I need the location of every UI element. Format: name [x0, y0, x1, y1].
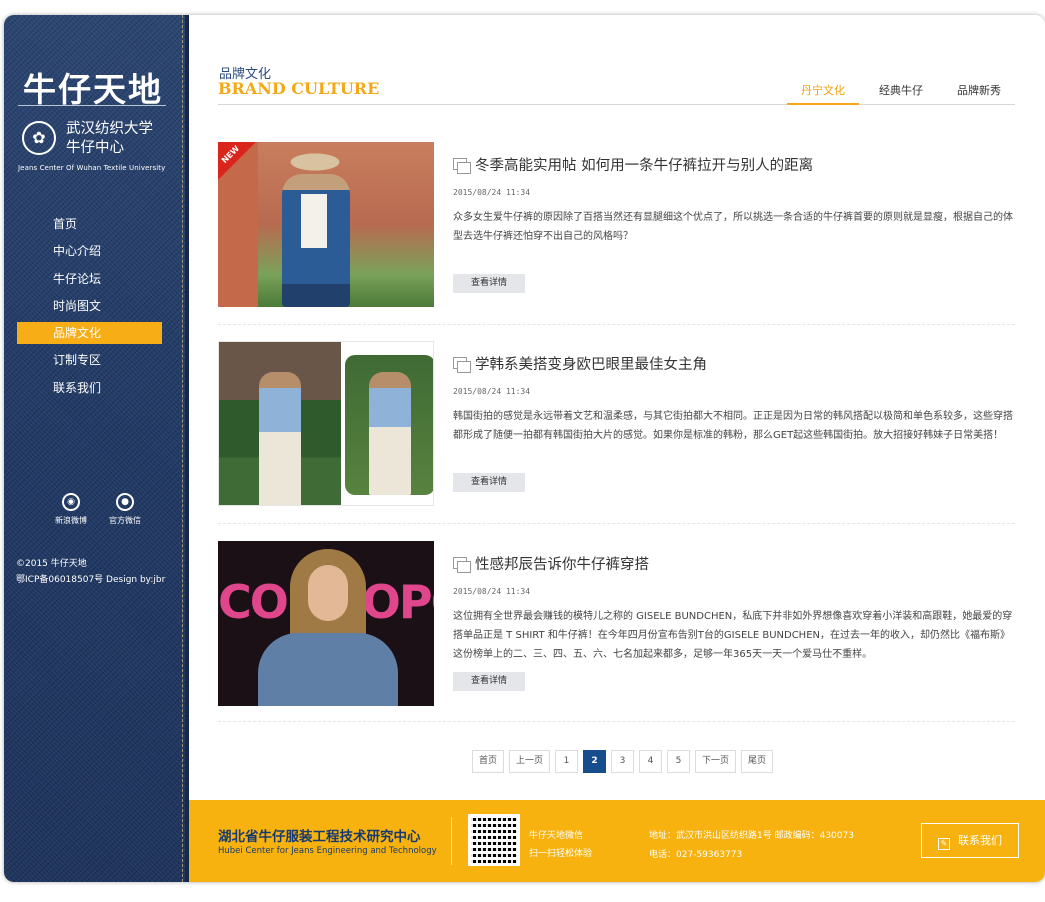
article-title[interactable]: 学韩系美搭变身欧巴眼里最佳女主角 — [475, 353, 707, 374]
weibo-label: 新浪微博 — [55, 516, 87, 525]
section-title-en: BRAND CULTURE — [218, 79, 380, 98]
university-name-line2: 牛仔中心 — [66, 140, 124, 156]
weibo-icon: ◉ — [62, 493, 80, 511]
university-name-line1: 武汉纺织大学 — [66, 121, 153, 137]
document-icon — [453, 357, 471, 373]
thumbnail-jacket — [258, 633, 398, 706]
weibo-link[interactable]: ◉ 新浪微博 — [48, 493, 94, 526]
footer-phone: 电话：027-59363773 — [649, 850, 743, 860]
icp-text: 鄂ICP备06018507号 Design by:jbr — [16, 575, 166, 585]
nav-item-contact[interactable]: 联系我们 — [17, 377, 162, 399]
tab-denim-culture[interactable]: 丹宁文化 — [787, 82, 859, 105]
sidebar: 牛仔天地 ✿ 武汉纺织大学 牛仔中心 Jeans Center Of Wuhan… — [4, 15, 189, 882]
page-prev[interactable]: 上一页 — [509, 750, 551, 773]
main-content: 品牌文化 BRAND CULTURE 丹宁文化 经典牛仔 品牌新秀 NEW 冬季… — [189, 15, 1045, 800]
document-icon — [453, 557, 471, 573]
wechat-qr-code — [468, 814, 520, 866]
article-divider — [218, 523, 1015, 524]
nav-item-about[interactable]: 中心介绍 — [17, 240, 162, 262]
page-2-current[interactable]: 2 — [583, 750, 607, 773]
page-first[interactable]: 首页 — [472, 750, 505, 773]
thumbnail-shirt — [301, 194, 327, 248]
article-divider — [218, 324, 1015, 325]
article-item: NEW 冬季高能实用帖 如何用一条牛仔裤拉开与别人的距离 2015/08/24 … — [218, 142, 1015, 327]
nav-item-brand-culture[interactable]: 品牌文化 — [17, 322, 162, 345]
university-name: 武汉纺织大学 牛仔中心 — [66, 120, 153, 158]
footer-org-cn: 湖北省牛仔服装工程技术研究中心 — [218, 829, 421, 845]
pagination: 首页 上一页 1 2 3 4 5 下一页 尾页 — [472, 750, 778, 773]
wechat-label: 官方微信 — [109, 516, 141, 525]
contact-us-button[interactable]: ✎ 联系我们 — [921, 823, 1019, 858]
article-summary: 韩国街拍的感觉是永远带着文艺和温柔感，与其它街拍都大不相同。正正是因为日常的韩风… — [453, 411, 1013, 441]
article-title[interactable]: 冬季高能实用帖 如何用一条牛仔裤拉开与别人的距离 — [475, 154, 813, 175]
page-4[interactable]: 4 — [639, 750, 663, 773]
article-date: 2015/08/24 11:34 — [453, 387, 531, 396]
tab-new-brands[interactable]: 品牌新秀 — [943, 82, 1015, 105]
article-item: COSMOPOLIT 性感邦辰告诉你牛仔裤穿搭 2015/08/24 11:34… — [218, 541, 1015, 726]
nav-item-fashion[interactable]: 时尚图文 — [17, 295, 162, 317]
contact-icon: ✎ — [938, 838, 950, 850]
logo-divider — [18, 105, 166, 106]
article-thumbnail[interactable] — [218, 341, 434, 506]
page-1[interactable]: 1 — [555, 750, 579, 773]
article-summary: 这位拥有全世界最会赚钱的模特儿之称的 GISELE BUNDCHEN，私底下并非… — [453, 611, 1013, 660]
footer-org-en: Hubei Center for Jeans Engineering and T… — [218, 846, 437, 856]
university-name-en: Jeans Center Of Wuhan Textile University — [18, 164, 166, 172]
nav-item-home[interactable]: 首页 — [17, 213, 162, 235]
thumbnail-figure — [259, 372, 301, 505]
copyright: ©2015 牛仔天地 鄂ICP备06018507号 Design by:jbr — [16, 556, 165, 588]
copyright-text: ©2015 牛仔天地 — [16, 559, 87, 569]
article-date: 2015/08/24 11:34 — [453, 587, 531, 596]
article-thumbnail[interactable]: COSMOPOLIT — [218, 541, 434, 706]
contact-us-label: 联系我们 — [958, 834, 1002, 847]
nav-item-forum[interactable]: 牛仔论坛 — [17, 268, 162, 290]
view-details-button[interactable]: 查看详情 — [453, 473, 525, 492]
wechat-icon: ● — [116, 493, 134, 511]
document-icon — [453, 158, 471, 174]
page-frame: 牛仔天地 ✿ 武汉纺织大学 牛仔中心 Jeans Center Of Wuhan… — [4, 15, 1045, 882]
article-date: 2015/08/24 11:34 — [453, 188, 531, 197]
qr-sublabel: 扫一扫轻松体验 — [529, 849, 593, 859]
page-last[interactable]: 尾页 — [741, 750, 774, 773]
page-next[interactable]: 下一页 — [695, 750, 737, 773]
article-item: 学韩系美搭变身欧巴眼里最佳女主角 2015/08/24 11:34 韩国街拍的感… — [218, 341, 1015, 526]
article-title[interactable]: 性感邦辰告诉你牛仔裤穿搭 — [475, 553, 649, 574]
thumbnail-face — [308, 565, 348, 621]
tab-classic-jeans[interactable]: 经典牛仔 — [865, 82, 937, 105]
footer-address: 地址：武汉市洪山区纺织路1号 邮政编码：430073 — [649, 831, 854, 841]
article-summary: 众多女生爱牛仔裤的原因除了百搭当然还有显腿细这个优点了，所以挑选一条合适的牛仔裤… — [453, 212, 1013, 242]
view-details-button[interactable]: 查看详情 — [453, 274, 525, 293]
wechat-link[interactable]: ● 官方微信 — [102, 493, 148, 526]
sidebar-nav: 首页 中心介绍 牛仔论坛 时尚图文 品牌文化 订制专区 联系我们 — [17, 213, 162, 404]
thumbnail-figure — [369, 372, 411, 495]
page-3[interactable]: 3 — [611, 750, 635, 773]
qr-label: 牛仔天地微信 — [529, 831, 584, 841]
footer-divider — [451, 817, 452, 865]
site-logo[interactable]: 牛仔天地 — [20, 63, 166, 111]
article-thumbnail[interactable]: NEW — [218, 142, 434, 307]
article-divider — [218, 721, 1015, 722]
footer: 湖北省牛仔服装工程技术研究中心 Hubei Center for Jeans E… — [189, 800, 1045, 882]
view-details-button[interactable]: 查看详情 — [453, 672, 525, 691]
nav-item-custom[interactable]: 订制专区 — [17, 349, 162, 371]
section-tabs: 丹宁文化 经典牛仔 品牌新秀 — [781, 82, 1015, 105]
page-5[interactable]: 5 — [667, 750, 691, 773]
university-emblem-icon: ✿ — [22, 121, 56, 155]
